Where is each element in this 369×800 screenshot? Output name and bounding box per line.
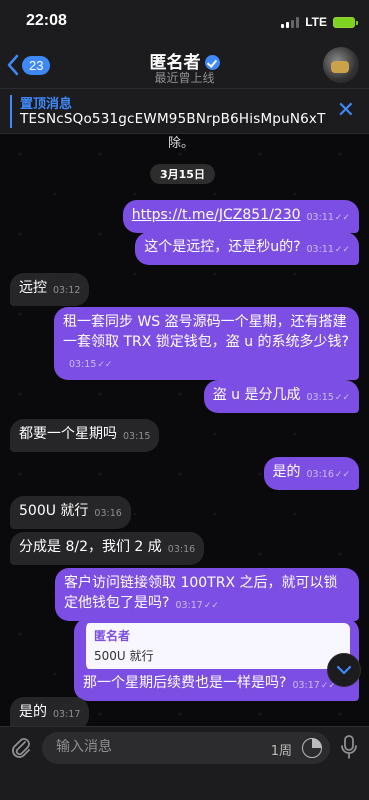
message-time: 03:12 xyxy=(53,285,81,296)
message-text: 分成是 8/2，我们 2 成 xyxy=(19,539,162,555)
battery-icon xyxy=(333,16,358,28)
message-time: 03:17 xyxy=(53,709,81,720)
message-text: 租一套同步 WS 盗号源码一个星期，还有搭建一套领取 TRX 锁定钱包，盗 u … xyxy=(63,314,349,350)
message-time: 03:16✓✓ xyxy=(306,469,350,480)
message-time: 03:17✓✓ xyxy=(292,680,336,691)
reply-name: 匿名者 xyxy=(94,629,131,643)
message-text: 是的 xyxy=(272,464,301,480)
message-time: 03:15✓✓ xyxy=(306,392,350,403)
message-time: 03:15 xyxy=(123,431,151,442)
network-label: LTE xyxy=(305,15,327,29)
message-input[interactable] xyxy=(54,738,238,756)
message-time: 03:11✓✓ xyxy=(306,244,350,255)
message-bubble[interactable]: 盗 u 是分几成 03:15✓✓ xyxy=(203,380,359,413)
message-time: 03:11✓✓ xyxy=(306,212,350,223)
partial-message-text: 除。 xyxy=(168,136,195,151)
microphone-icon[interactable] xyxy=(341,735,357,759)
message-text: 盗 u 是分几成 xyxy=(212,387,301,403)
message-link[interactable]: https://t.me/JCZ851/230 xyxy=(132,207,301,223)
chevron-down-icon xyxy=(336,665,352,675)
signal-icon xyxy=(281,16,300,28)
message-field[interactable]: 1周 xyxy=(42,732,330,764)
chat-header: 23 匿名者 最近曾上线 xyxy=(0,44,369,88)
date-separator: 3月15日 xyxy=(150,164,215,184)
paperclip-icon[interactable] xyxy=(10,735,32,761)
pinned-title: 置顶消息 xyxy=(20,97,73,112)
chat-subtitle: 最近曾上线 xyxy=(154,71,215,85)
message-text: 那一个星期后续费也是一样是吗? xyxy=(83,675,287,691)
input-bar: 1周 xyxy=(0,726,369,800)
message-time: 03:16 xyxy=(167,544,196,555)
message-list[interactable]: 除。 3月15日 https://t.me/JCZ851/230 03:11✓✓ … xyxy=(0,134,369,726)
message-bubble[interactable]: 远控 03:12 xyxy=(10,273,90,306)
message-time: 03:15✓✓ xyxy=(69,359,113,370)
reply-text: 500U 就行 xyxy=(94,649,154,663)
message-bubble[interactable]: 匿名者 500U 就行 那一个星期后续费也是一样是吗? 03:17✓✓ xyxy=(74,618,359,701)
reply-quote[interactable]: 匿名者 500U 就行 xyxy=(83,623,350,669)
message-bubble[interactable]: 是的 03:17 xyxy=(10,697,90,726)
message-time: 03:16 xyxy=(94,508,122,519)
message-text: 是的 xyxy=(19,704,47,720)
message-bubble[interactable]: https://t.me/JCZ851/230 03:11✓✓ xyxy=(122,200,359,233)
pinned-message[interactable]: 置顶消息 TESNcSQo531gcEWM95BNrpB6HisMpuN6xT … xyxy=(0,88,369,134)
message-bubble[interactable]: 客户访问链接领取 100TRX 之后，就可以锁定他钱包了是吗? 03:17✓✓ xyxy=(55,568,359,621)
avatar[interactable] xyxy=(323,47,359,83)
pinned-text: TESNcSQo531gcEWM95BNrpB6HisMpuN6xT xyxy=(20,111,326,127)
status-time: 22:08 xyxy=(26,12,67,29)
pinned-bar xyxy=(10,95,12,128)
scroll-down-button[interactable] xyxy=(327,653,361,687)
message-text: 都要一个星期吗 xyxy=(19,426,117,442)
message-time: 03:17✓✓ xyxy=(175,600,219,611)
self-destruct-timer-label[interactable]: 1周 xyxy=(271,740,292,759)
status-right: LTE xyxy=(281,15,358,29)
message-bubble[interactable]: 是的 03:16✓✓ xyxy=(263,457,359,490)
timer-icon[interactable] xyxy=(302,738,322,758)
message-text: 这个是远控，还是秒u的? xyxy=(144,239,301,255)
status-bar: 22:08 LTE xyxy=(0,0,369,44)
message-bubble[interactable]: 租一套同步 WS 盗号源码一个星期，还有搭建一套领取 TRX 锁定钱包，盗 u … xyxy=(54,307,359,380)
message-text: 远控 xyxy=(19,280,47,296)
message-text: 500U 就行 xyxy=(19,503,89,519)
verified-icon xyxy=(204,55,220,70)
message-bubble[interactable]: 分成是 8/2，我们 2 成 03:16 xyxy=(10,532,205,565)
message-bubble[interactable]: 500U 就行 03:16 xyxy=(10,496,131,529)
close-icon[interactable]: ✕ xyxy=(337,100,355,122)
message-bubble[interactable]: 这个是远控，还是秒u的? 03:11✓✓ xyxy=(135,232,359,265)
message-bubble[interactable]: 都要一个星期吗 03:15 xyxy=(10,419,160,452)
